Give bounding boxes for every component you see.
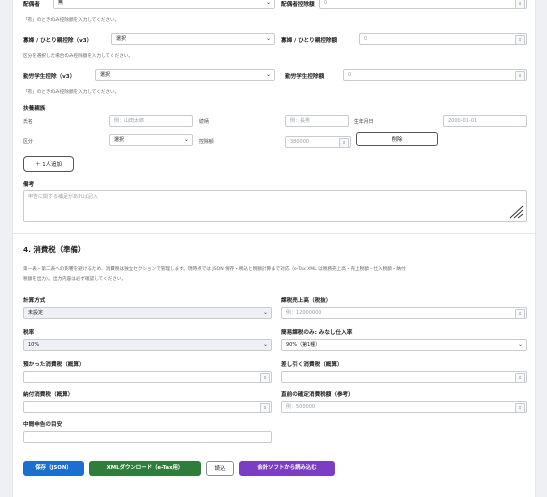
student-select[interactable]: 選択 ⌄ [95,69,275,81]
dependent-deduction-label: 控除額 [199,139,214,145]
dependent-category-value: 選択 [114,137,125,143]
deductible-tax-input[interactable]: ⇕ [281,371,527,383]
spouse-deduction-value: 0 [324,0,328,6]
stepper-icon[interactable]: ⇕ [260,403,270,412]
widow-deduction-input[interactable]: 0 ⇕ [359,33,527,45]
add-dependent-button[interactable]: ＋ 1人追加 [23,156,74,172]
payable-tax-label: 納付消費税（概算） [23,392,74,398]
received-tax-label: 預かった消費税（概算） [23,362,85,368]
student-deduction-label: 勤労学生控除額 [285,74,325,80]
interim-input[interactable] [23,431,272,443]
remarks-textarea[interactable]: 申告に関する補足があれば記入 [23,190,527,222]
consumption-heading: 4. 消費税（準備） [23,245,86,254]
section-divider [13,233,535,234]
widow-label: 寡婦 / ひとり親控除（v3） [23,38,93,44]
stepper-icon[interactable]: ⇕ [339,138,349,147]
widow-deduction-label: 寡婦 / ひとり親控除額 [281,38,338,44]
student-select-value: 選択 [100,72,111,78]
tax-rate-value: 10% [28,342,40,348]
calc-method-value: 未設定 [28,310,44,316]
dependent-deduction-placeholder: 380000 [290,139,310,145]
calc-method-select[interactable]: 未設定 ⌄ [23,307,272,319]
deductible-tax-label: 差し引く消費税（概算） [281,362,343,368]
consumption-description-1: 第一表・第二表への影響を避けるため、消費税は独立セクションで管理します。現時点で… [23,267,406,272]
interim-label: 中間申告の目安 [23,422,63,428]
simplified-label: 簡易課税のみ: みなし仕入率 [281,330,353,336]
consumption-description-2: 税額を出力）。出力内容は必ず確認してください。 [23,277,127,282]
stepper-icon[interactable]: ⇕ [515,0,525,8]
remarks-label: 備考 [23,182,35,188]
delete-dependent-button[interactable]: 削除 [356,132,438,146]
dependent-birth-input[interactable]: 2000-01-01 [443,115,527,127]
widow-deduction-value: 0 [364,36,368,42]
stepper-icon[interactable]: ⇕ [515,309,525,318]
dependent-name-input[interactable]: 例：山田太郎 [109,115,193,127]
student-deduction-value: 0 [348,72,352,78]
spouse-deduction-input[interactable]: 0 ⇕ [319,0,527,9]
student-deduction-input[interactable]: 0 ⇕ [343,69,527,81]
simplified-value: 90%（第1種） [286,342,321,348]
chevron-down-icon: ⌄ [265,71,271,78]
dependent-birth-value: 2000-01-01 [448,118,478,124]
stepper-icon[interactable]: ⇕ [515,35,525,44]
calc-method-label: 計算方式 [23,298,46,304]
prior-tax-placeholder: 例：500000 [286,404,316,410]
chevron-down-icon: ⌄ [265,0,271,6]
chevron-down-icon: ⌄ [183,136,189,143]
spouse-note: 「有」のときのみ控除額を入力してください。 [23,18,120,23]
dependent-relation-input[interactable]: 例：長男 [285,115,349,127]
dependent-relation-placeholder: 例：長男 [290,118,311,124]
dependent-deduction-input[interactable]: 380000 ⇕ [285,136,351,148]
dependent-name-placeholder: 例：山田太郎 [114,118,145,124]
accounting-import-button[interactable]: 会計ソフトから読み込む [239,461,335,476]
payable-tax-input[interactable]: ⇕ [23,401,272,413]
simplified-select[interactable]: 90%（第1種） ⌄ [281,339,527,351]
spouse-select-value: 無 [58,0,64,6]
stepper-icon[interactable]: ⇕ [515,71,525,80]
spouse-select[interactable]: 無 ⌄ [53,0,275,9]
resize-handle-icon[interactable] [508,205,524,219]
dependent-category-label: 区分 [23,139,33,145]
chevron-down-icon: ⌄ [517,341,523,348]
stepper-icon[interactable]: ⇕ [515,373,525,382]
taxable-sales-input[interactable]: 例：12000000 ⇕ [281,307,527,319]
import-button[interactable]: 読込 [206,461,234,476]
student-note: 「有」のときのみ控除額を入力してください。 [23,90,120,95]
tax-rate-select[interactable]: 10% ⌄ [23,339,272,351]
chevron-down-icon: ⌄ [262,341,268,348]
chevron-down-icon: ⌄ [262,309,268,316]
taxable-sales-label: 課税売上高（税抜） [281,298,332,304]
dependents-title: 扶養親族 [23,106,46,112]
dependent-category-select[interactable]: 選択 ⌄ [109,134,193,146]
taxable-sales-placeholder: 例：12000000 [286,310,322,316]
stepper-icon[interactable]: ⇕ [260,373,270,382]
remarks-placeholder: 申告に関する補足があれば記入 [28,194,99,200]
widow-note: 区分を選択した場合のみ控除額を入力してください。 [23,54,133,59]
chevron-down-icon: ⌄ [265,35,271,42]
spouse-label: 配偶者 [23,2,40,8]
stepper-icon[interactable]: ⇕ [515,403,525,412]
xml-download-button[interactable]: XMLダウンロード（e-Tax用） [89,461,201,476]
save-json-button[interactable]: 保存（JSON） [23,461,84,476]
dependent-relation-label: 続柄 [199,119,209,125]
form-card: 配偶者 無 ⌄ 配偶者控除額 0 ⇕ 「有」のときのみ控除額を入力してください。… [12,0,536,497]
dependent-birth-label: 生年月日 [354,119,374,125]
received-tax-input[interactable]: ⇕ [23,371,272,383]
tax-rate-label: 税率 [23,330,35,336]
student-label: 勤労学生控除（v3） [23,74,76,80]
dependent-name-label: 氏名 [23,119,33,125]
spouse-deduction-label: 配偶者控除額 [281,2,315,8]
widow-select-value: 選択 [116,36,127,42]
prior-tax-input[interactable]: 例：500000 ⇕ [281,401,527,413]
prior-tax-label: 直前の確定消費税額（参考） [281,392,354,398]
widow-select[interactable]: 選択 ⌄ [111,33,275,45]
